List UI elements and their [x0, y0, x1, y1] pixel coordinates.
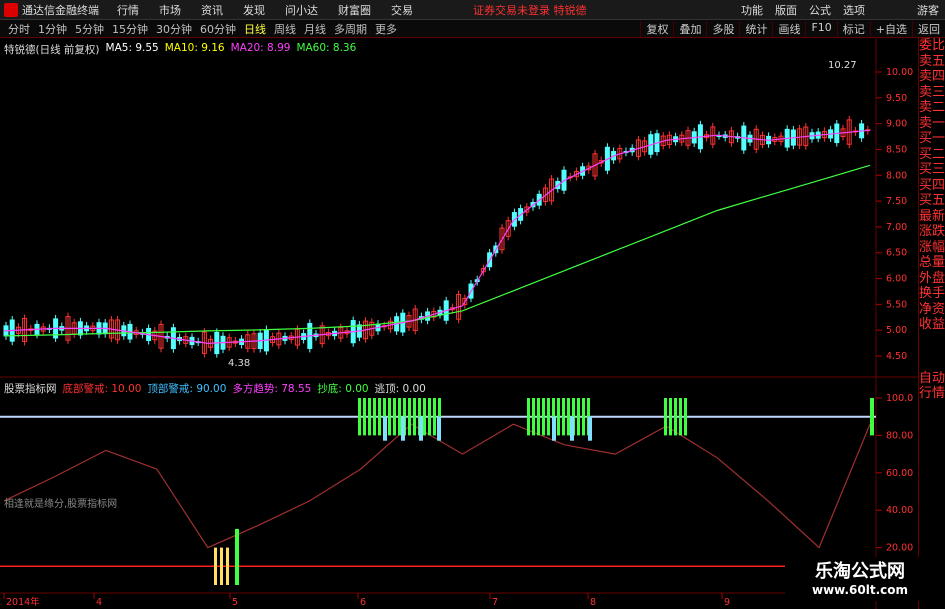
sidebar-auto-item[interactable]: 行情 — [919, 386, 945, 402]
sidebar-item[interactable]: 委比 — [919, 38, 945, 54]
ma20-line — [3, 129, 871, 345]
escape-signal-bar — [562, 398, 565, 436]
escape-signal-bar — [669, 398, 672, 436]
indicator-note: 相逢就是缘分,股票指标网 — [4, 499, 118, 510]
sidebar-item[interactable]: 卖四 — [919, 69, 945, 85]
escape-signal-bar — [393, 398, 396, 436]
low-price-label: 4.38 — [228, 358, 250, 369]
escape-signal-bar — [684, 398, 687, 436]
price-tick-label: 7.00 — [886, 222, 907, 233]
date-tick-label: 8 — [590, 597, 596, 608]
escape-signal-bar — [582, 398, 585, 436]
escape-signal-bar — [408, 398, 411, 436]
top-signal-bar — [437, 416, 441, 441]
buy-signal-bar — [235, 528, 239, 585]
watermark-url: www.60lt.com — [811, 583, 909, 597]
trend-line — [3, 423, 871, 549]
kline-chart[interactable]: 10.00 9.50 9.00 8.50 8.00 7.50 7.00 6.50 6.00 5.5… — [0, 0, 918, 609]
escape-signal-bar — [358, 398, 361, 436]
escape-signal-bar — [363, 398, 366, 436]
date-tick-label: 6 — [360, 597, 366, 608]
escape-signal-bar — [532, 398, 535, 436]
escape-signal-bar — [577, 398, 580, 436]
buy-signal-bar — [226, 547, 229, 585]
sidebar-auto-item[interactable]: 自动 — [919, 371, 945, 387]
indicator-tick-label: 20.00 — [886, 543, 913, 554]
quote-sidebar: 委比 卖五 卖四 卖三 卖二 卖一 买一 买二 买三 买四 买五 最新 涨跌 涨幅 总量 外盘 换手 净资 收益自动… — [918, 38, 945, 609]
sidebar-item[interactable]: 净资 — [919, 302, 945, 318]
sidebar-item[interactable]: 买一 — [919, 131, 945, 147]
top-signal-bar — [588, 416, 592, 441]
price-tick-label: 9.00 — [886, 119, 907, 130]
escape-signal-bar — [388, 398, 391, 436]
price-tick-label: 8.50 — [886, 144, 907, 155]
escape-signal-bar — [542, 398, 545, 436]
escape-signal-bar — [527, 398, 530, 436]
sidebar-item[interactable]: 买四 — [919, 178, 945, 194]
top-signal-bar — [419, 416, 423, 441]
high-price-label: 10.27 — [828, 60, 857, 71]
price-tick-label: 10.00 — [886, 67, 913, 78]
top-signal-bar — [401, 416, 405, 441]
escape-signal-bar — [433, 398, 436, 436]
sidebar-item[interactable]: 卖二 — [919, 100, 945, 116]
escape-signal-bar — [378, 398, 381, 436]
escape-signal-bar — [537, 398, 540, 436]
top-signal-bar — [570, 416, 574, 441]
price-tick-label: 5.50 — [886, 299, 907, 310]
escape-signal-bar — [398, 398, 401, 436]
sidebar-item[interactable]: 卖一 — [919, 116, 945, 132]
escape-signal-bar — [428, 398, 431, 436]
guest-label[interactable]: 游客 — [917, 2, 939, 18]
escape-signal-bar — [368, 398, 371, 436]
escape-signal-bar — [674, 398, 677, 436]
escape-signal-bar — [567, 398, 570, 436]
sidebar-item[interactable]: 买二 — [919, 147, 945, 163]
buy-signal-bar — [214, 547, 217, 585]
date-tick-label: 4 — [96, 597, 102, 608]
indicator-tick-label: 40.00 — [886, 505, 913, 516]
price-tick-label: 9.50 — [886, 93, 907, 104]
price-tick-label: 4.50 — [886, 351, 907, 362]
watermark: 乐淘公式网 www.60lt.com — [785, 557, 935, 601]
sidebar-item[interactable]: 涨跌 — [919, 224, 945, 240]
sidebar-item[interactable]: 总量 — [919, 255, 945, 271]
escape-signal-bar — [870, 398, 874, 436]
top-signal-bar — [383, 416, 387, 441]
escape-signal-bar — [423, 398, 426, 436]
escape-signal-bar — [679, 398, 682, 436]
date-tick-label: 7 — [492, 597, 498, 608]
price-tick-label: 8.00 — [886, 170, 907, 181]
sidebar-item[interactable]: 外盘 — [919, 271, 945, 287]
sidebar-item[interactable]: 卖三 — [919, 85, 945, 101]
price-tick-label: 6.50 — [886, 248, 907, 259]
watermark-title: 乐淘公式网 — [815, 561, 905, 582]
sidebar-item[interactable]: 卖五 — [919, 54, 945, 70]
sidebar-item[interactable]: 涨幅 — [919, 240, 945, 256]
price-tick-label: 6.00 — [886, 274, 907, 285]
top-signal-bar — [552, 416, 556, 441]
indicator-tick-label: 100.0 — [886, 393, 913, 404]
escape-signal-bar — [373, 398, 376, 436]
sidebar-item[interactable]: 最新 — [919, 209, 945, 225]
sidebar-item[interactable]: 换手 — [919, 286, 945, 302]
price-tick-label: 7.50 — [886, 196, 907, 207]
ma60-line — [3, 164, 871, 337]
escape-signal-bar — [547, 398, 550, 436]
date-tick-label: 2014年 — [6, 596, 40, 608]
escape-signal-bar — [557, 398, 560, 436]
buy-signal-bar — [220, 547, 223, 585]
sidebar-item[interactable]: 买三 — [919, 162, 945, 178]
date-tick-label: 5 — [232, 597, 238, 608]
indicator-tick-label: 80.00 — [886, 430, 913, 441]
date-tick-label: 9 — [724, 597, 730, 608]
escape-signal-bar — [664, 398, 667, 436]
indicator-tick-label: 60.00 — [886, 468, 913, 479]
escape-signal-bar — [413, 398, 416, 436]
sidebar-item[interactable]: 收益 — [919, 317, 945, 333]
price-tick-label: 5.00 — [886, 325, 907, 336]
sidebar-item[interactable]: 买五 — [919, 193, 945, 209]
